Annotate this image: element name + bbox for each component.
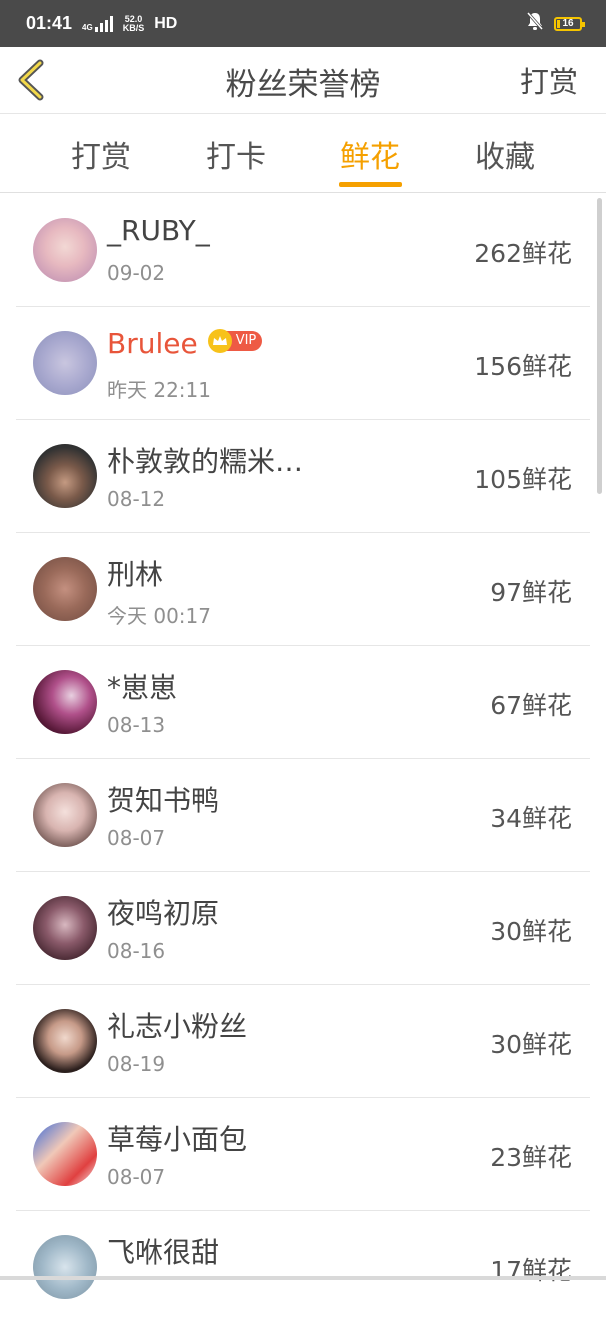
flower-count: 105鲜花 [474, 460, 572, 496]
fan-list: _RUBY_ 09-02 262鲜花 BruleeVIP 昨天 22:11 15… [16, 194, 590, 1324]
fan-date: 08-07 [107, 1165, 165, 1189]
fan-name: 夜鸣初原 [107, 892, 219, 932]
list-item[interactable]: 贺知书鸭 08-07 34鲜花 [16, 759, 590, 872]
tab-checkin[interactable]: 打卡 [186, 132, 286, 176]
flower-count: 30鲜花 [490, 1025, 572, 1061]
fan-name: *崽崽 [107, 666, 177, 706]
flower-count: 23鲜花 [490, 1138, 572, 1174]
avatar [33, 896, 97, 960]
avatar [33, 218, 97, 282]
list-item[interactable]: 朴敦敦的糯米… 08-12 105鲜花 [16, 420, 590, 533]
list-item[interactable]: 草莓小面包 08-07 23鲜花 [16, 1098, 590, 1211]
fan-date: 08-07 [107, 826, 165, 850]
page-title: 粉丝荣誉榜 [0, 59, 606, 104]
fan-name: 礼志小粉丝 [107, 1005, 247, 1045]
scrollbar[interactable] [597, 198, 602, 494]
fan-name: 刑林 [107, 553, 163, 593]
avatar [33, 444, 97, 508]
hd-indicator: HD [154, 15, 177, 33]
fan-name: 朴敦敦的糯米… [107, 440, 303, 480]
crown-icon [208, 329, 232, 353]
fan-name: 飞咻很甜 [107, 1231, 219, 1271]
tab-bar: 打赏 打卡 鲜花 收藏 [0, 114, 606, 193]
fan-date: 09-02 [107, 261, 165, 285]
status-bar: 01:41 4G 52.0 KB/S HD 16 [0, 0, 606, 47]
app-header: 粉丝荣誉榜 打赏 [0, 47, 606, 114]
fan-date: 08-12 [107, 487, 165, 511]
tab-favorites[interactable]: 收藏 [455, 132, 555, 176]
avatar [33, 783, 97, 847]
fan-date: 今天 00:17 [107, 600, 211, 629]
list-item[interactable]: 飞咻很甜 17鲜花 [16, 1211, 590, 1324]
mute-bell-icon [526, 11, 544, 36]
avatar [33, 1009, 97, 1073]
flower-count: 34鲜花 [490, 799, 572, 835]
list-item[interactable]: *崽崽 08-13 67鲜花 [16, 646, 590, 759]
flower-count: 97鲜花 [490, 573, 572, 609]
active-tab-indicator [339, 182, 402, 187]
status-time: 01:41 [26, 13, 72, 34]
flower-count: 67鲜花 [490, 686, 572, 722]
list-item[interactable]: 刑林 今天 00:17 97鲜花 [16, 533, 590, 646]
fan-name: 草莓小面包 [107, 1118, 247, 1158]
fan-date: 08-16 [107, 939, 165, 963]
fan-date: 08-13 [107, 713, 165, 737]
flower-count: 262鲜花 [474, 234, 572, 270]
flower-count: 17鲜花 [490, 1251, 572, 1287]
avatar [33, 1235, 97, 1299]
bottom-divider [0, 1276, 606, 1280]
fan-name: 贺知书鸭 [107, 779, 219, 819]
network-signal-icon: 4G [82, 16, 113, 32]
fan-date: 08-19 [107, 1052, 165, 1076]
tab-flowers[interactable]: 鲜花 [320, 132, 420, 176]
avatar [33, 557, 97, 621]
network-speed: 52.0 KB/S [123, 15, 145, 33]
avatar [33, 1122, 97, 1186]
fan-date: 昨天 22:11 [107, 374, 211, 403]
avatar [33, 670, 97, 734]
fan-name: BruleeVIP [107, 327, 262, 360]
tab-reward[interactable]: 打赏 [51, 132, 151, 176]
avatar [33, 331, 97, 395]
battery-icon: 16 [554, 17, 582, 31]
flower-count: 30鲜花 [490, 912, 572, 948]
list-item[interactable]: 夜鸣初原 08-16 30鲜花 [16, 872, 590, 985]
list-item[interactable]: _RUBY_ 09-02 262鲜花 [16, 194, 590, 307]
list-item[interactable]: BruleeVIP 昨天 22:11 156鲜花 [16, 307, 590, 420]
fan-name: _RUBY_ [107, 214, 210, 247]
vip-badge: VIP [208, 329, 263, 353]
list-item[interactable]: 礼志小粉丝 08-19 30鲜花 [16, 985, 590, 1098]
flower-count: 156鲜花 [474, 347, 572, 383]
reward-button[interactable]: 打赏 [520, 59, 578, 101]
